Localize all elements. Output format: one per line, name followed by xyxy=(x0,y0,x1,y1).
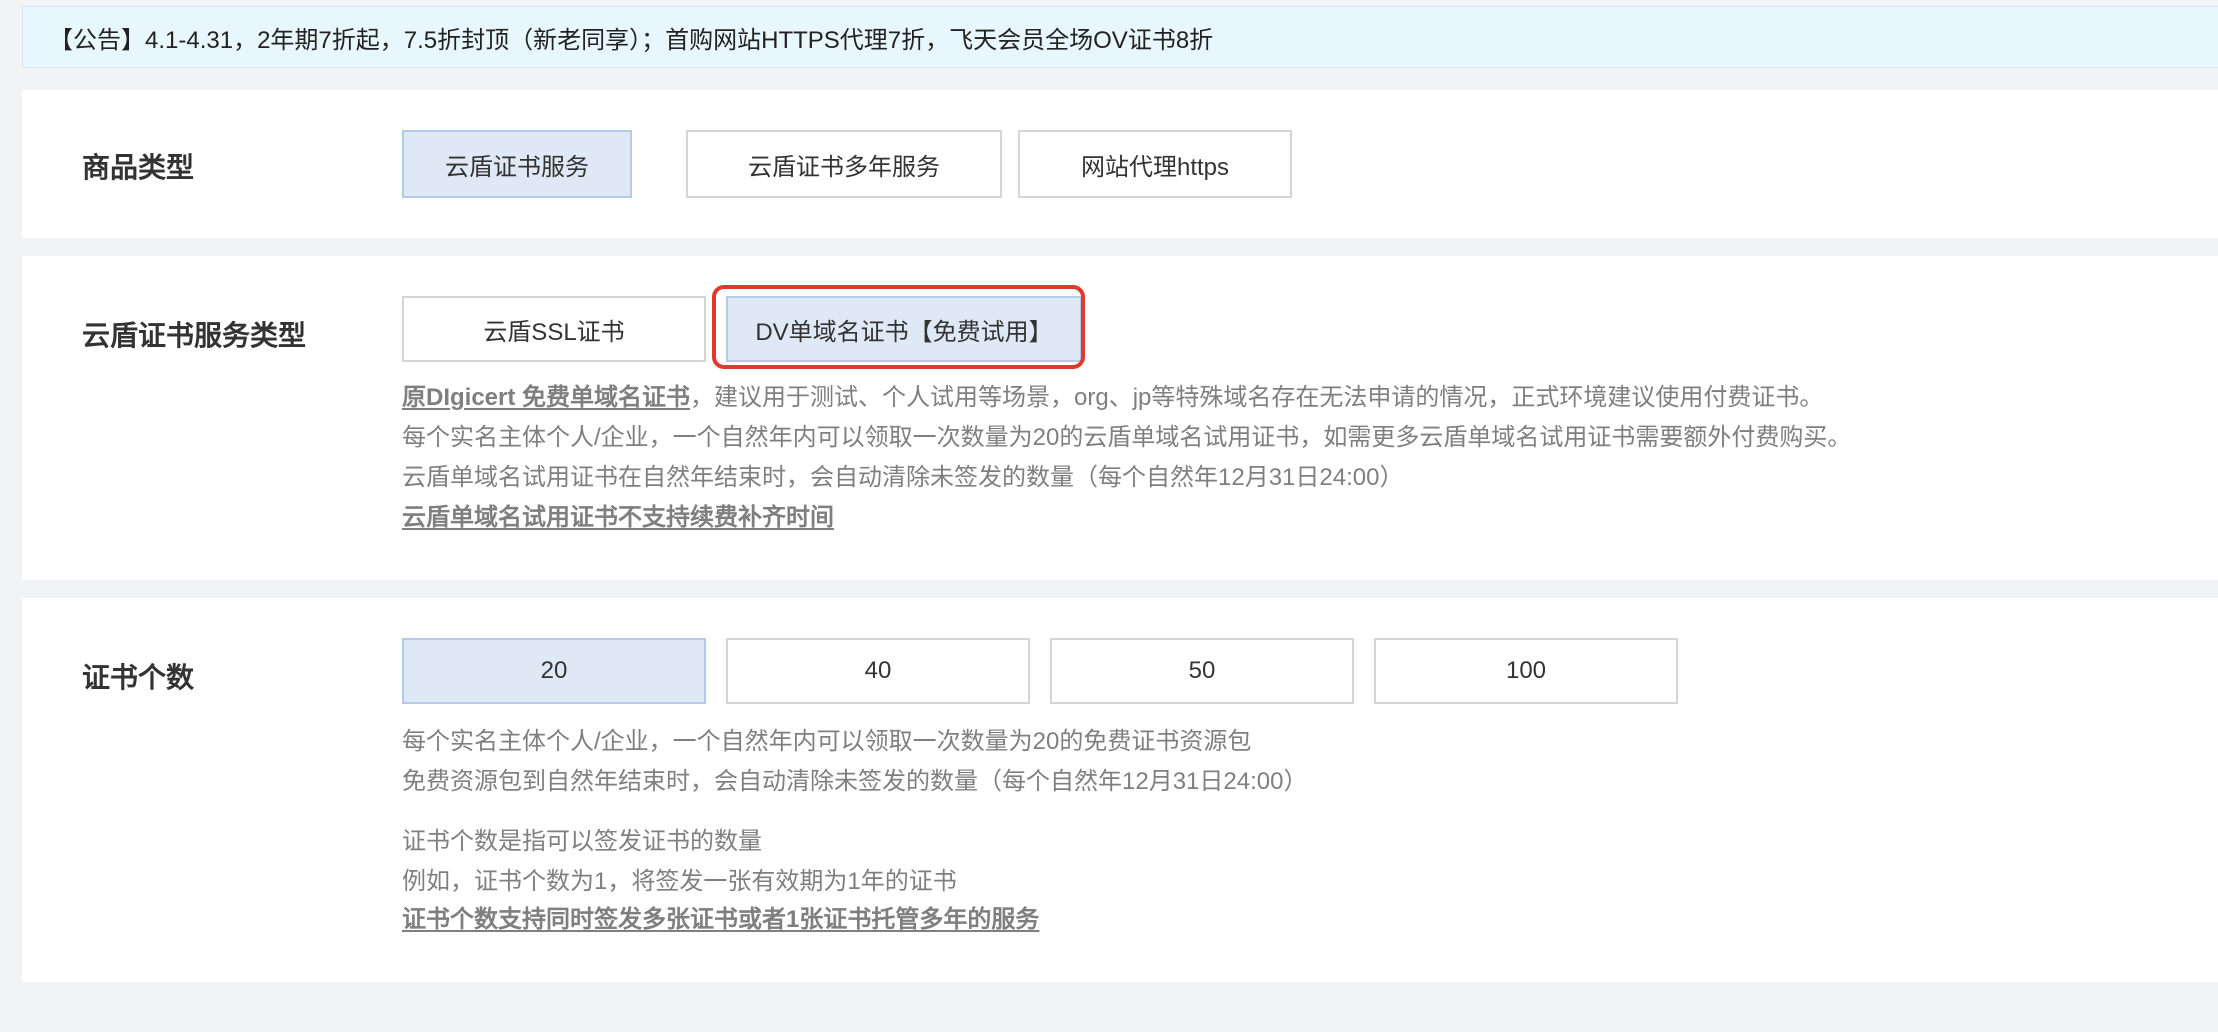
announcement-bar: 【公告】4.1-4.31，2年期7折起，7.5折封顶（新老同享）；首购网站HTT… xyxy=(22,6,2218,68)
option-cloud-shield-ssl-cert[interactable]: 云盾SSL证书 xyxy=(402,296,706,362)
product-type-panel: 商品类型 云盾证书服务 云盾证书多年服务 网站代理https xyxy=(22,90,2218,238)
count-desc-line-4: 例如，证书个数为1，将签发一张有效期为1年的证书 xyxy=(402,868,957,895)
multi-cert-service-link[interactable]: 证书个数支持同时签发多张证书或者1张证书托管多年的服务 xyxy=(402,906,1039,933)
option-count-50[interactable]: 50 xyxy=(1050,638,1354,704)
option-website-proxy-https[interactable]: 网站代理https xyxy=(1018,130,1292,198)
service-type-panel: 云盾证书服务类型 云盾SSL证书 DV单域名证书【免费试用】 原DIgicert… xyxy=(22,256,2218,580)
count-desc-line-5: 证书个数支持同时签发多张证书或者1张证书托管多年的服务 xyxy=(402,906,1039,934)
cert-count-label: 证书个数 xyxy=(82,662,195,693)
option-cloud-shield-cert-multi-year[interactable]: 云盾证书多年服务 xyxy=(686,130,1002,198)
count-desc-line-3: 证书个数是指可以签发证书的数量 xyxy=(402,828,762,855)
service-desc-line-1-text: ，建议用于测试、个人试用等场景，org、jp等特殊域名存在无法申请的情况，正式环… xyxy=(690,384,1824,411)
service-type-label: 云盾证书服务类型 xyxy=(82,320,307,351)
no-renewal-notice-link[interactable]: 云盾单域名试用证书不支持续费补齐时间 xyxy=(402,504,834,531)
option-count-100[interactable]: 100 xyxy=(1374,638,1678,704)
option-count-40[interactable]: 40 xyxy=(726,638,1030,704)
option-cloud-shield-cert-service[interactable]: 云盾证书服务 xyxy=(402,130,632,198)
digicert-free-cert-link[interactable]: 原DIgicert 免费单域名证书 xyxy=(402,384,690,411)
service-desc-line-2: 每个实名主体个人/企业，一个自然年内可以领取一次数量为20的云盾单域名试用证书，… xyxy=(402,424,1852,451)
service-desc-line-4: 云盾单域名试用证书不支持续费补齐时间 xyxy=(402,504,834,532)
option-count-20[interactable]: 20 xyxy=(402,638,706,704)
service-desc-line-1: 原DIgicert 免费单域名证书，建议用于测试、个人试用等场景，org、jp等… xyxy=(402,384,1823,412)
count-desc-line-1: 每个实名主体个人/企业，一个自然年内可以领取一次数量为20的免费证书资源包 xyxy=(402,728,1252,755)
option-dv-single-domain-free-trial[interactable]: DV单域名证书【免费试用】 xyxy=(726,296,1082,362)
product-type-label: 商品类型 xyxy=(82,152,195,183)
cert-count-panel: 证书个数 20 40 50 100 每个实名主体个人/企业，一个自然年内可以领取… xyxy=(22,598,2218,982)
count-desc-line-2: 免费资源包到自然年结束时，会自动清除未签发的数量（每个自然年12月31日24:0… xyxy=(402,768,1308,795)
service-desc-line-3: 云盾单域名试用证书在自然年结束时，会自动清除未签发的数量（每个自然年12月31日… xyxy=(402,464,1404,491)
announcement-text: 【公告】4.1-4.31，2年期7折起，7.5折封顶（新老同享）；首购网站HTT… xyxy=(49,26,1214,54)
